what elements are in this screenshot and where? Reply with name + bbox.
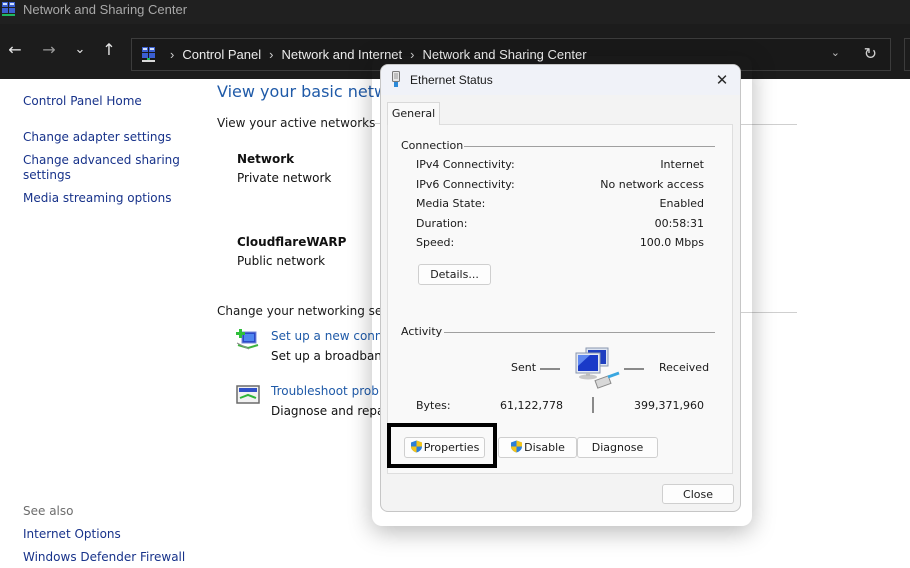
details-button[interactable]: Details...	[418, 264, 491, 285]
ipv4-connectivity-label: IPv4 Connectivity:	[416, 158, 515, 171]
dialog-titlebar[interactable]: Ethernet Status ✕	[381, 65, 740, 95]
ethernet-status-dialog: Ethernet Status ✕ General Connection IPv…	[380, 64, 741, 512]
back-button[interactable]: ←	[5, 38, 25, 62]
chevron-down-icon: ⌄	[74, 42, 86, 57]
breadcrumb-separator: ›	[170, 47, 175, 62]
media-state-label: Media State:	[416, 197, 486, 210]
tab-general[interactable]: General	[387, 102, 440, 125]
change-advanced-sharing-link[interactable]: Change advanced sharing	[23, 153, 180, 168]
breadcrumb-control-panel[interactable]: Control Panel	[182, 47, 261, 62]
uac-shield-icon	[511, 440, 523, 453]
duration-label: Duration:	[416, 217, 468, 230]
general-tab-panel: Connection IPv4 Connectivity: Internet I…	[387, 124, 733, 474]
group-divider	[464, 146, 715, 147]
network-type: Public network	[237, 254, 326, 268]
close-button[interactable]: Close	[662, 484, 734, 504]
active-networks-heading: View your active networks	[217, 116, 376, 130]
change-advanced-sharing-link-line2[interactable]: settings	[23, 168, 71, 183]
activity-divider	[592, 397, 594, 413]
speed-label: Speed:	[416, 236, 455, 249]
speed-value: 100.0 Mbps	[639, 236, 704, 249]
recent-locations-button[interactable]: ⌄	[70, 38, 90, 62]
dialog-title: Ethernet Status	[410, 73, 493, 87]
close-icon[interactable]: ✕	[710, 69, 734, 91]
new-connection-icon	[236, 329, 259, 350]
network-center-icon	[2, 2, 15, 16]
duration-value: 00:58:31	[654, 217, 704, 230]
see-also-heading: See also	[23, 504, 74, 518]
ipv6-connectivity-label: IPv6 Connectivity:	[416, 178, 515, 191]
address-dropdown-icon[interactable]: ⌄	[831, 46, 840, 59]
window-titlebar: Network and Sharing Center	[0, 0, 910, 24]
windows-defender-firewall-link[interactable]: Windows Defender Firewall	[23, 550, 185, 564]
sent-line	[540, 368, 560, 370]
disable-label: Disable	[524, 441, 565, 454]
group-divider	[444, 332, 715, 333]
disable-button[interactable]: Disable	[498, 437, 577, 458]
internet-options-link[interactable]: Internet Options	[23, 527, 121, 541]
change-adapter-settings-link[interactable]: Change adapter settings	[23, 130, 171, 145]
media-state-value: Enabled	[659, 197, 704, 210]
properties-label: Properties	[423, 441, 480, 454]
network-name: Network	[237, 152, 295, 166]
ipv6-connectivity-value: No network access	[600, 178, 704, 191]
network-name: CloudflareWARP	[237, 235, 347, 249]
ethernet-icon	[392, 71, 400, 87]
window-title: Network and Sharing Center	[23, 2, 188, 17]
arrow-left-icon: ←	[8, 40, 22, 59]
received-label: Received	[659, 361, 710, 374]
network-center-icon	[142, 47, 155, 62]
arrow-up-icon: ↑	[102, 40, 116, 59]
properties-button[interactable]: Properties	[404, 437, 485, 458]
diagnose-button[interactable]: Diagnose	[577, 437, 658, 458]
bytes-received-value: 399,371,960	[634, 399, 704, 412]
connection-group-label: Connection	[401, 139, 464, 152]
ipv4-connectivity-value: Internet	[660, 158, 704, 171]
refresh-icon[interactable]: ↻	[864, 44, 877, 63]
search-input[interactable]	[904, 38, 910, 71]
troubleshoot-icon	[236, 385, 260, 404]
arrow-right-icon: →	[42, 40, 56, 59]
control-panel-home-link[interactable]: Control Panel Home	[23, 94, 142, 109]
network-type: Private network	[237, 171, 332, 185]
received-line	[624, 368, 644, 370]
bytes-sent-value: 61,122,778	[500, 399, 563, 412]
bytes-label: Bytes:	[416, 399, 451, 412]
breadcrumb-separator: ›	[269, 47, 274, 62]
media-streaming-options-link[interactable]: Media streaming options	[23, 191, 171, 206]
sent-label: Sent	[511, 361, 537, 374]
forward-button[interactable]: →	[39, 38, 59, 62]
up-button[interactable]: ↑	[99, 38, 119, 62]
uac-shield-icon	[410, 440, 422, 453]
network-computers-icon	[575, 347, 620, 389]
activity-group-label: Activity	[401, 325, 443, 338]
